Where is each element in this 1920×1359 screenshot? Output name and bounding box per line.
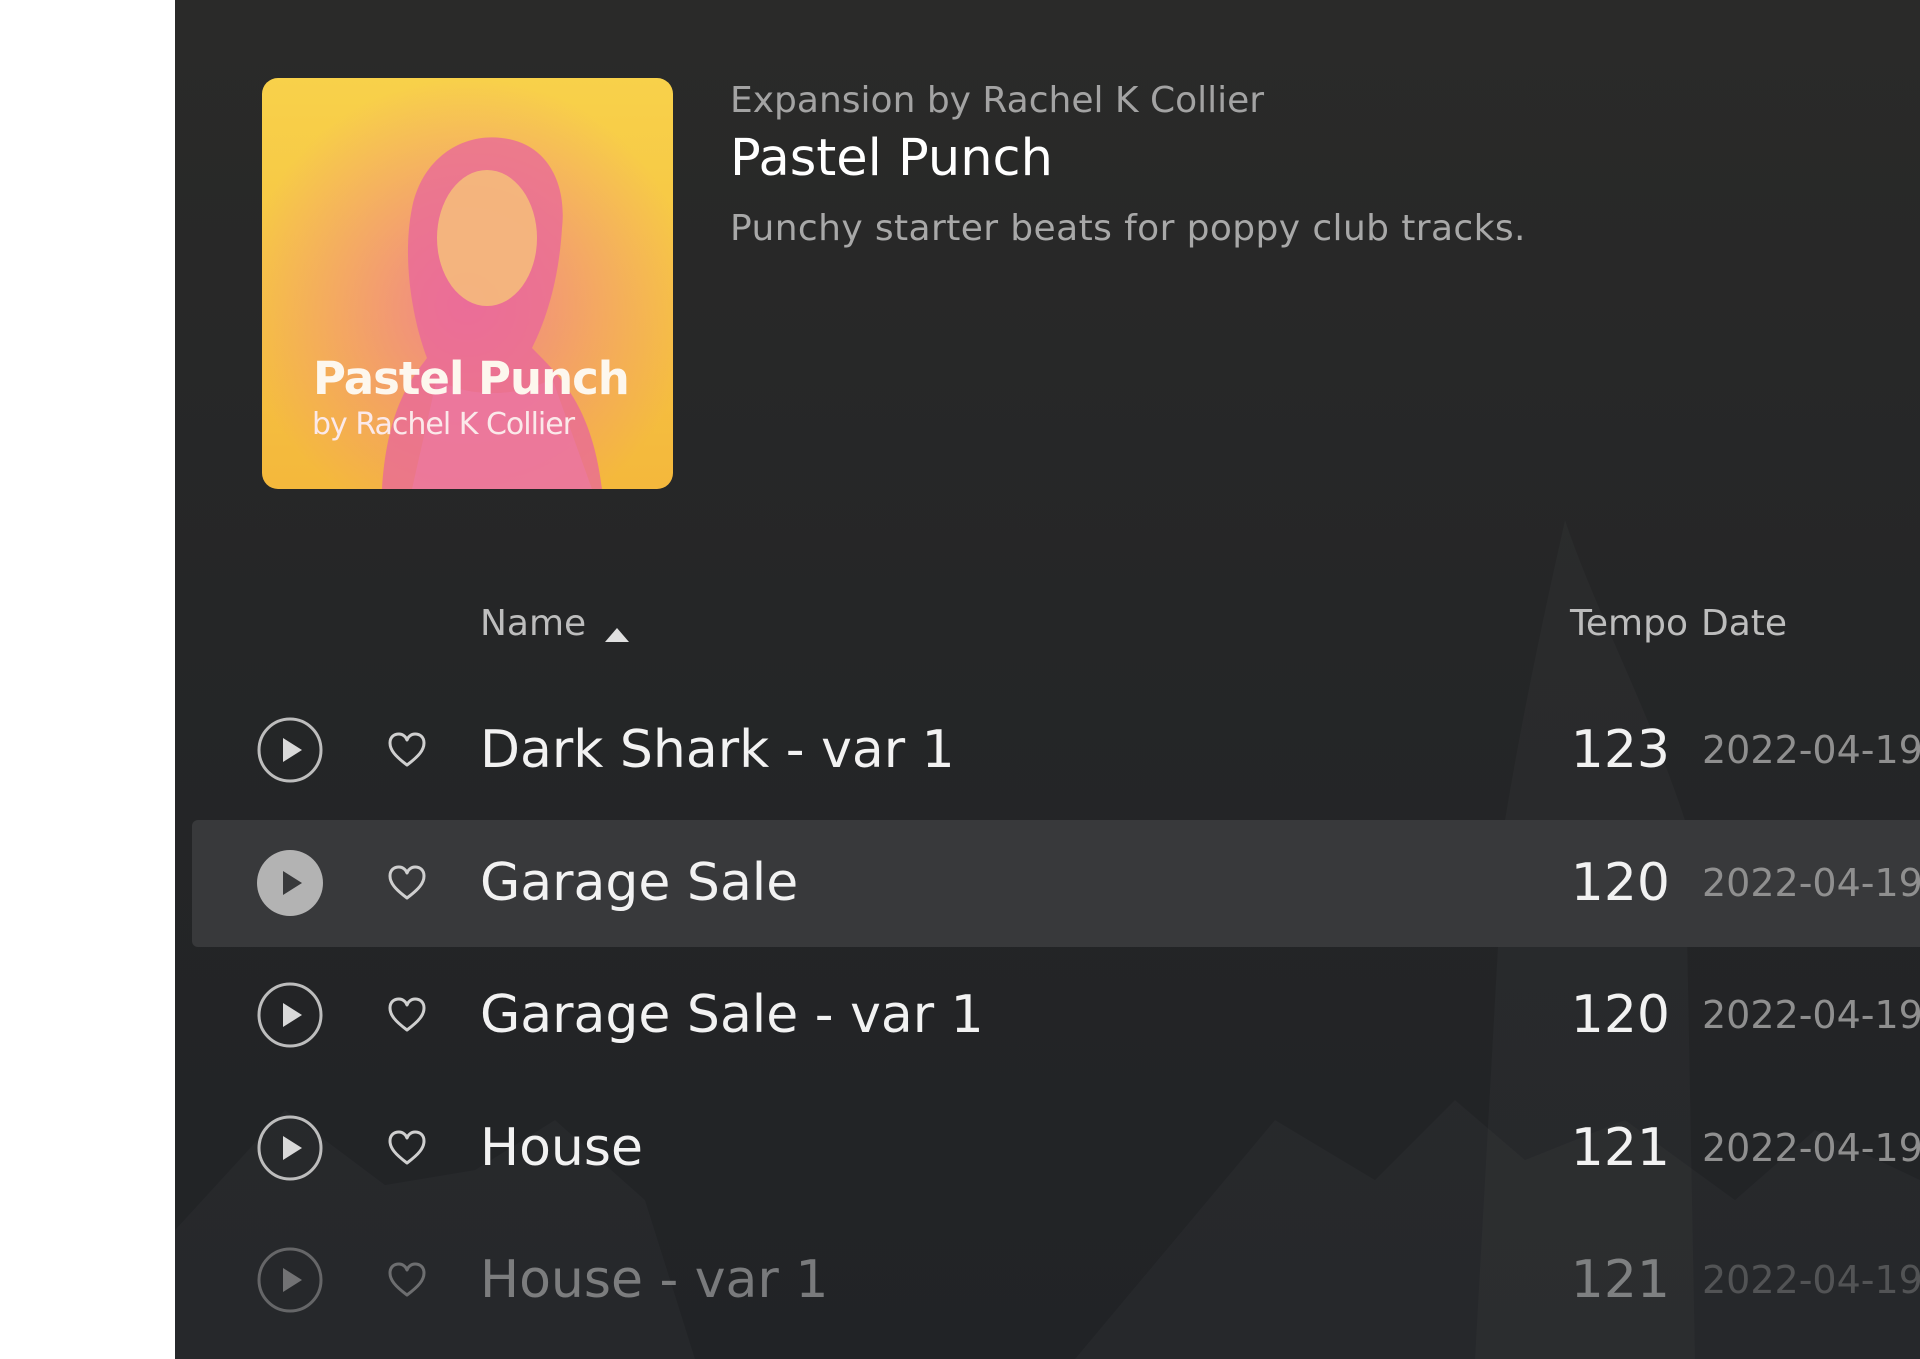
expansion-title: Pastel Punch xyxy=(730,129,1053,188)
track-name: House - var 1 xyxy=(480,1250,829,1310)
track-name: House xyxy=(480,1118,643,1178)
track-date: 2022-04-19 xyxy=(1702,1258,1920,1302)
track-row-selected[interactable]: Garage Sale 120 2022-04-19 xyxy=(192,820,1920,947)
play-icon[interactable] xyxy=(257,850,323,916)
track-row[interactable]: House - var 1 121 2022-04-19 xyxy=(192,1217,1920,1344)
column-header-name[interactable]: Name xyxy=(480,600,630,648)
track-tempo: 121 xyxy=(1570,1250,1670,1310)
track-tempo: 121 xyxy=(1570,1118,1670,1178)
track-row[interactable]: House 121 2022-04-19 xyxy=(192,1085,1920,1212)
expansion-info: Expansion by Rachel K Collier Pastel Pun… xyxy=(730,78,1526,252)
heart-icon[interactable] xyxy=(387,864,427,902)
play-icon[interactable] xyxy=(257,717,323,783)
heart-icon[interactable] xyxy=(387,731,427,769)
track-name: Dark Shark - var 1 xyxy=(480,720,955,780)
expansion-description: Punchy starter beats for poppy club trac… xyxy=(730,208,1526,249)
column-header-date[interactable]: Date xyxy=(1701,600,1787,648)
track-date: 2022-04-19 xyxy=(1702,1126,1920,1170)
track-date: 2022-04-19 xyxy=(1702,728,1920,772)
expansion-kicker: Expansion by Rachel K Collier xyxy=(730,80,1265,121)
album-cover: Pastel Punch by Rachel K Collier xyxy=(262,78,673,489)
column-header-tempo[interactable]: Tempo xyxy=(1488,600,1688,648)
column-header-name-label: Name xyxy=(480,603,587,644)
heart-icon[interactable] xyxy=(387,996,427,1034)
track-row[interactable]: Garage Sale - var 1 120 2022-04-19 xyxy=(192,952,1920,1079)
track-tempo: 120 xyxy=(1570,853,1670,913)
play-icon[interactable] xyxy=(257,1115,323,1181)
track-date: 2022-04-19 xyxy=(1702,993,1920,1037)
track-name: Garage Sale xyxy=(480,853,799,913)
track-date: 2022-04-19 xyxy=(1702,861,1920,905)
play-icon[interactable] xyxy=(257,982,323,1048)
cover-title: Pastel Punch xyxy=(313,352,630,405)
track-tempo: 123 xyxy=(1570,720,1670,780)
track-row[interactable]: Dark Shark - var 1 123 2022-04-19 xyxy=(192,687,1920,814)
track-tempo: 120 xyxy=(1570,985,1670,1045)
sort-ascending-icon xyxy=(604,612,630,642)
play-icon[interactable] xyxy=(257,1247,323,1313)
expansion-panel: Pastel Punch by Rachel K Collier Expansi… xyxy=(175,0,1920,1359)
heart-icon[interactable] xyxy=(387,1129,427,1167)
cover-subtitle: by Rachel K Collier xyxy=(312,407,575,442)
heart-icon[interactable] xyxy=(387,1261,427,1299)
track-name: Garage Sale - var 1 xyxy=(480,985,984,1045)
